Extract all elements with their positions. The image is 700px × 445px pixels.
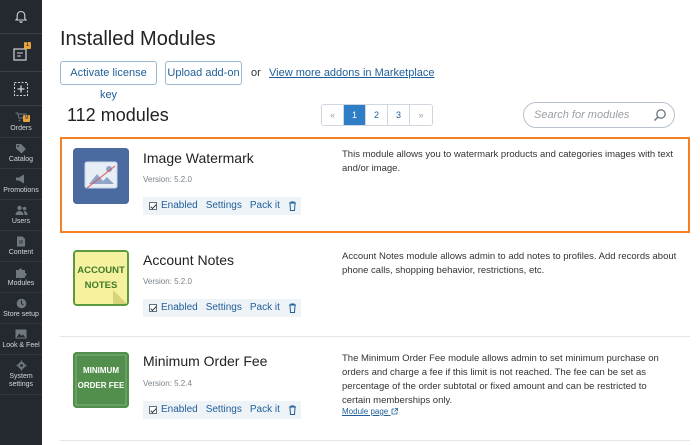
image-icon: [14, 329, 28, 340]
sidebar-item-label: Orders: [10, 124, 32, 132]
orders-count-badge: 1: [24, 42, 31, 49]
enabled-label: Enabled: [161, 404, 198, 415]
sidebar-item-label: Look & Feel: [2, 341, 40, 349]
module-version: Version: 5.2.0: [143, 277, 192, 286]
sidebar-item-label: Store setup: [3, 310, 39, 318]
icon-text: NOTES: [84, 280, 118, 291]
sidebar-item-label: Content: [8, 248, 34, 256]
store-icon: [14, 298, 28, 309]
add-new-button[interactable]: [0, 72, 42, 106]
sidebar-item-catalog[interactable]: Catalog: [0, 138, 42, 169]
tag-icon: [14, 143, 28, 154]
pagination-page-2[interactable]: 2: [366, 105, 388, 125]
recent-orders-button[interactable]: 1: [0, 34, 42, 72]
megaphone-icon: [14, 174, 28, 185]
search-box: [523, 102, 675, 128]
module-description: This module allows you to watermark prod…: [342, 149, 674, 174]
enabled-toggle[interactable]: Enabled: [143, 401, 202, 419]
or-text: or: [251, 67, 261, 79]
users-icon: [14, 205, 28, 216]
sidebar-item-label: Catalog: [8, 155, 34, 163]
module-actions: Enabled Settings Pack it: [143, 401, 301, 419]
checkbox-icon: [149, 304, 157, 312]
module-actions: Enabled Settings Pack it: [143, 299, 301, 317]
module-actions: Enabled Settings Pack it: [143, 197, 301, 215]
external-link-icon: [391, 408, 398, 415]
row-divider: [60, 440, 690, 441]
pagination-page-3[interactable]: 3: [388, 105, 410, 125]
sidebar-item-orders[interactable]: 9 Orders: [0, 107, 42, 138]
module-version: Version: 5.2.0: [143, 175, 192, 184]
icon-text: MINIMUM: [83, 366, 119, 375]
sidebar-item-label: Users: [11, 217, 31, 225]
plus-box-icon: [13, 81, 29, 96]
module-page-label: Module page: [342, 407, 389, 416]
pack-it-link[interactable]: Pack it: [246, 299, 284, 317]
modules-count: 112 modules: [67, 105, 169, 125]
module-name: Minimum Order Fee: [143, 353, 268, 369]
trash-icon: [288, 405, 296, 415]
settings-link[interactable]: Settings: [202, 299, 246, 317]
minimum-order-fee-module-icon: MINIMUM ORDER FEE: [73, 352, 129, 408]
enabled-toggle[interactable]: Enabled: [143, 197, 202, 215]
puzzle-icon: [14, 267, 28, 278]
module-description: Account Notes module allows admin to add…: [342, 251, 677, 276]
search-input[interactable]: [534, 107, 654, 123]
orders-badge: 9: [23, 115, 30, 122]
sidebar-item-store-setup[interactable]: Store setup: [0, 293, 42, 324]
account-notes-module-icon: ACCOUNT NOTES: [73, 250, 129, 306]
delete-button[interactable]: [284, 401, 301, 419]
checkbox-icon: [149, 406, 157, 414]
sidebar-item-label: Modules: [7, 279, 35, 287]
pagination-next[interactable]: »: [410, 105, 432, 125]
row-divider: [60, 336, 690, 337]
sidebar: 1 9 Orders Catalog Promotions Users Cont…: [0, 0, 42, 445]
file-icon: [14, 236, 28, 247]
pagination-prev[interactable]: «: [322, 105, 344, 125]
sidebar-item-system-settings[interactable]: System settings: [0, 355, 42, 395]
pack-it-link[interactable]: Pack it: [246, 401, 284, 419]
module-version: Version: 5.2.4: [143, 379, 192, 388]
pagination-page-1[interactable]: 1: [344, 105, 366, 125]
icon-text: ORDER FEE: [77, 381, 125, 390]
icon-text: ACCOUNT: [77, 265, 125, 276]
module-name: Account Notes: [143, 252, 235, 268]
image-watermark-module-icon: [73, 148, 129, 204]
enabled-label: Enabled: [161, 302, 198, 313]
marketplace-link[interactable]: View more addons in Marketplace: [269, 67, 435, 79]
enabled-label: Enabled: [161, 200, 198, 211]
sidebar-item-users[interactable]: Users: [0, 200, 42, 231]
sidebar-item-modules[interactable]: Modules: [0, 262, 42, 293]
upload-addon-button[interactable]: Upload add-on: [165, 61, 242, 85]
enabled-toggle[interactable]: Enabled: [143, 299, 202, 317]
bell-icon: [14, 10, 28, 23]
activate-license-button[interactable]: Activate license key: [60, 61, 157, 101]
checkbox-icon: [149, 202, 157, 210]
pagination: « 1 2 3 »: [321, 104, 433, 126]
delete-button[interactable]: [284, 197, 301, 215]
trash-icon: [288, 303, 296, 313]
module-description: The Minimum Order Fee module allows admi…: [342, 353, 659, 406]
gear-icon: [14, 360, 28, 371]
sidebar-item-label: Promotions: [3, 186, 39, 194]
notifications-button[interactable]: [0, 0, 42, 34]
trash-icon: [288, 201, 296, 211]
delete-button[interactable]: [284, 299, 301, 317]
search-icon[interactable]: [653, 108, 667, 122]
sidebar-item-promotions[interactable]: Promotions: [0, 169, 42, 200]
module-page-link[interactable]: Module page: [342, 407, 398, 416]
sidebar-item-look-feel[interactable]: Look & Feel: [0, 324, 42, 355]
page-title: Installed Modules: [60, 28, 216, 50]
settings-link[interactable]: Settings: [202, 401, 246, 419]
module-name: Image Watermark: [143, 150, 254, 166]
sidebar-item-label: System settings: [8, 373, 34, 388]
settings-link[interactable]: Settings: [202, 197, 246, 215]
sidebar-item-content[interactable]: Content: [0, 231, 42, 262]
pack-it-link[interactable]: Pack it: [246, 197, 284, 215]
